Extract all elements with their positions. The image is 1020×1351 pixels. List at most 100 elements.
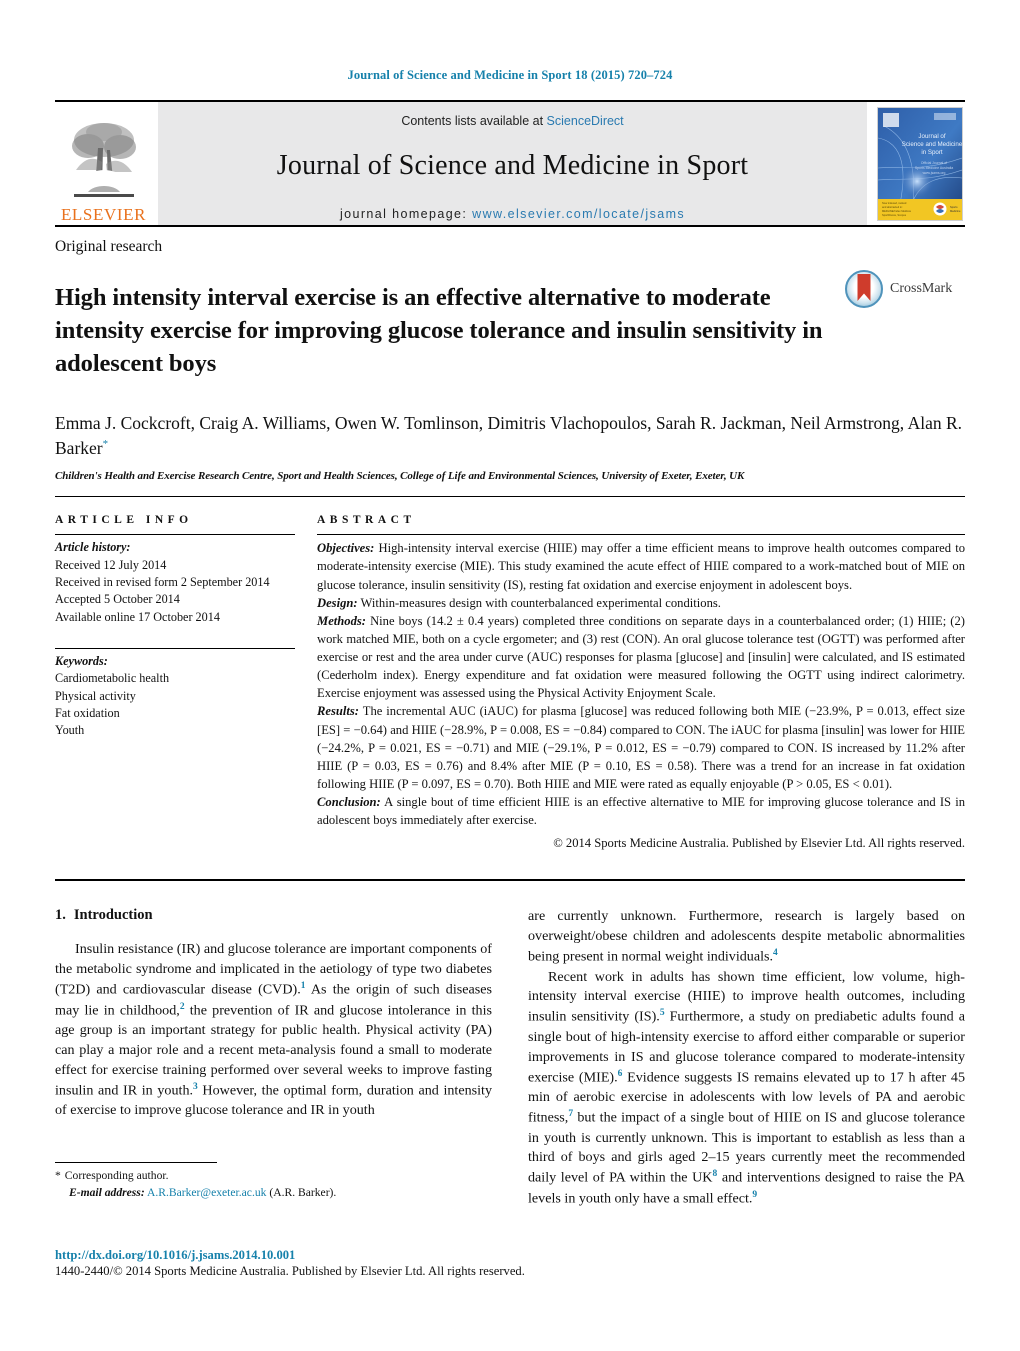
abstract-design: Design: Within-measures design with coun…	[317, 594, 965, 612]
svg-text:Official Journal of: Official Journal of	[921, 161, 947, 165]
abstract-objectives: Objectives: High-intensity interval exer…	[317, 539, 965, 593]
crossmark-label: CrossMark	[890, 281, 953, 296]
intro-paragraph-right-cont: are currently unknown. Furthermore, rese…	[528, 907, 965, 967]
abstract-methods-text: Nine boys (14.2 ± 0.4 years) completed t…	[317, 613, 965, 701]
intro-paragraph-right-2: Recent work in adults has shown time eff…	[528, 968, 965, 1210]
svg-text:SportDiscus, Scopus: SportDiscus, Scopus	[882, 213, 907, 217]
keywords-rule	[55, 647, 295, 649]
title-row: High intensity interval exercise is an e…	[55, 266, 965, 397]
svg-text:Medicine: Medicine	[950, 209, 961, 213]
journal-cover-thumbnail: Journal of Science and Medicine in Sport…	[875, 102, 965, 225]
journal-title: Journal of Science and Medicine in Sport	[276, 150, 749, 181]
abstract-design-text: Within-measures design with counterbalan…	[357, 595, 721, 610]
section-title: Introduction	[73, 907, 153, 924]
page-footer: http://dx.doi.org/10.1016/j.jsams.2014.1…	[55, 1248, 695, 1279]
footnote-rule	[55, 1162, 217, 1163]
abstract-body: Objectives: High-intensity interval exer…	[317, 539, 965, 829]
abstract-rule	[317, 534, 965, 536]
section-heading-introduction: 1. Introduction	[55, 907, 492, 924]
homepage-prefix: journal homepage:	[339, 207, 468, 221]
article-info-rule	[55, 534, 295, 536]
article-history-block: Article history: Received 12 July 2014 R…	[55, 539, 295, 626]
article-type-label: Original research	[55, 238, 163, 255]
history-item: Received 12 July 2014	[55, 557, 167, 572]
crossmark-icon	[845, 270, 883, 308]
abstract-conclusion: Conclusion: A single bout of time effici…	[317, 793, 965, 829]
corresponding-author-marker[interactable]: *	[103, 438, 109, 450]
history-item: Available online 17 October 2014	[55, 609, 220, 624]
doi-link[interactable]: http://dx.doi.org/10.1016/j.jsams.2014.1…	[55, 1248, 695, 1263]
svg-text:Now indexed, ranked: Now indexed, ranked	[882, 201, 907, 205]
article-info-column: ARTICLE INFO Article history: Received 1…	[55, 514, 317, 851]
elsevier-logo: ELSEVIER	[55, 102, 152, 225]
journal-cover-image: Journal of Science and Medicine in Sport…	[877, 106, 963, 221]
section-number: 1.	[55, 907, 66, 924]
keywords-block: Keywords: Cardiometabolic health Physica…	[55, 653, 295, 740]
abstract-results-text: The incremental AUC (iAUC) for plasma [g…	[317, 704, 965, 791]
info-and-abstract: ARTICLE INFO Article history: Received 1…	[55, 514, 965, 851]
svg-text:in Sport: in Sport	[921, 149, 943, 156]
contents-lists-line: Contents lists available at ScienceDirec…	[401, 114, 623, 128]
elsevier-tree-icon	[68, 118, 140, 204]
abstract-heading: ABSTRACT	[317, 514, 416, 527]
article-history-label: Article history:	[55, 540, 131, 555]
abstract-design-label: Design:	[317, 595, 358, 610]
page-title: High intensity interval exercise is an e…	[55, 284, 823, 377]
corresponding-author-footnote: * Corresponding author.	[55, 1168, 495, 1185]
history-item: Accepted 5 October 2014	[55, 592, 180, 607]
author-names: Emma J. Cockcroft, Craig A. Williams, Ow…	[55, 412, 963, 458]
elsevier-wordmark: ELSEVIER	[60, 205, 147, 224]
corresponding-author-text: Corresponding author.	[64, 1169, 169, 1182]
article-info-heading: ARTICLE INFO	[55, 514, 193, 527]
crossmark-badge[interactable]: CrossMark	[845, 266, 965, 308]
email-footnote: E-mail address: A.R.Barker@exeter.ac.uk …	[55, 1185, 495, 1202]
sciencedirect-link[interactable]: ScienceDirect	[547, 114, 624, 128]
email-link[interactable]: A.R.Barker@exeter.ac.uk	[147, 1186, 266, 1199]
abstract-methods-label: Methods:	[317, 613, 366, 628]
keyword-item: Youth	[55, 723, 85, 738]
abstract-results: Results: The incremental AUC (iAUC) for …	[317, 702, 965, 793]
svg-text:www.jsams.org: www.jsams.org	[923, 171, 946, 175]
abstract-results-label: Results:	[317, 704, 359, 719]
abstract-bottom-rule	[55, 879, 965, 882]
journal-homepage-line: journal homepage: www.elsevier.com/locat…	[340, 207, 685, 221]
abstract-copyright: © 2014 Sports Medicine Australia. Publis…	[553, 836, 965, 851]
crossmark-ribbon-icon	[857, 274, 871, 301]
abstract-objectives-label: Objectives:	[317, 541, 375, 556]
author-list: Emma J. Cockcroft, Craig A. Williams, Ow…	[55, 411, 965, 462]
body-column-right: are currently unknown. Furthermore, rese…	[528, 907, 965, 1209]
homepage-url-link[interactable]: www.elsevier.com/locate/jsams	[472, 207, 685, 221]
running-head: Journal of Science and Medicine in Sport…	[347, 68, 673, 82]
keyword-item: Physical activity	[55, 688, 136, 703]
keyword-item: Fat oxidation	[55, 705, 120, 720]
svg-text:MEDLINE/Index Medicus: MEDLINE/Index Medicus	[882, 209, 912, 213]
email-owner: (A.R. Barker).	[269, 1185, 337, 1199]
footnote-star-marker: *	[55, 1169, 61, 1182]
intro-paragraph-left: Insulin resistance (IR) and glucose tole…	[55, 940, 492, 1121]
abstract-methods: Methods: Nine boys (14.2 ± 0.4 years) co…	[317, 612, 965, 703]
header-bottom-rule	[55, 496, 965, 498]
affiliation: Children's Health and Exercise Research …	[55, 470, 745, 483]
intro-right-text-a: are currently unknown. Furthermore, rese…	[528, 908, 965, 965]
contents-prefix: Contents lists available at	[401, 114, 544, 128]
svg-text:Science and Medicine: Science and Medicine	[902, 141, 962, 148]
journal-banner: Contents lists available at ScienceDirec…	[158, 102, 867, 225]
svg-text:Sports Medicine Australia: Sports Medicine Australia	[915, 166, 953, 170]
footnote-area: * Corresponding author. E-mail address: A…	[55, 1162, 495, 1202]
history-item: Received in revised form 2 September 201…	[55, 574, 270, 589]
reference-link-9[interactable]: 9	[752, 1190, 757, 1200]
journal-article-page: Journal of Science and Medicine in Sport…	[0, 0, 1020, 1351]
masthead-bottom-rule	[55, 225, 965, 227]
keywords-label: Keywords:	[55, 653, 108, 668]
abstract-objectives-text: High-intensity interval exercise (HIIE) …	[317, 541, 965, 592]
svg-text:Sports: Sports	[950, 205, 958, 209]
reference-link-4[interactable]: 4	[773, 948, 778, 958]
svg-text:Journal of: Journal of	[918, 133, 945, 140]
abstract-column: ABSTRACT Objectives: High-intensity inte…	[317, 514, 965, 851]
abstract-conclusion-label: Conclusion:	[317, 795, 381, 810]
journal-masthead: ELSEVIER Contents lists available at Sci…	[55, 100, 965, 225]
svg-text:and abstracted in:: and abstracted in:	[882, 205, 903, 209]
keyword-item: Cardiometabolic health	[55, 671, 170, 686]
email-label: E-mail address:	[69, 1185, 145, 1199]
